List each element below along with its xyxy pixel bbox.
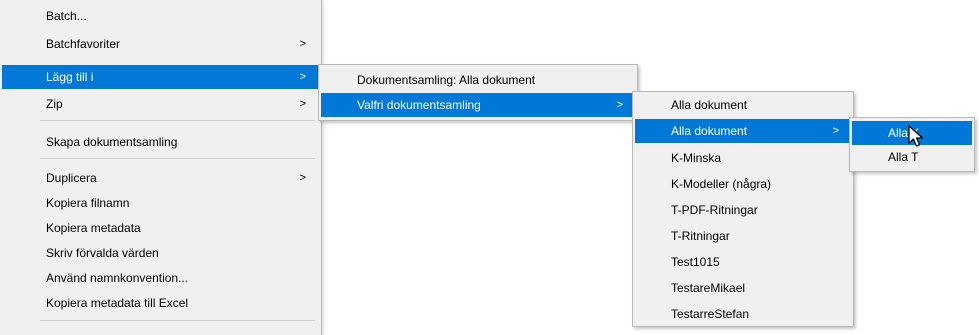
submenu-valfri-dokumentsamling: Alla dokument Alla dokument > K-Minska K…	[632, 91, 854, 327]
menu-item-alla-dokument-sub[interactable]: Alla dokument >	[635, 119, 851, 143]
chevron-right-icon: >	[832, 125, 839, 137]
chevron-right-icon: >	[299, 71, 306, 83]
menu-item-valfri-dokumentsamling[interactable]: Valfri dokumentsamling >	[321, 93, 635, 117]
menu-item-label: Alla dokument	[671, 124, 748, 138]
menu-item-label: TestareMikael	[671, 281, 746, 295]
menu-item-t-pdf-ritningar[interactable]: T-PDF-Ritningar	[635, 198, 851, 222]
menu-item-alla-k[interactable]: Alla K	[852, 121, 972, 145]
menu-item-kopiera-metadata[interactable]: Kopiera metadata	[2, 216, 318, 240]
menu-item-label: Kopiera filnamn	[46, 196, 130, 210]
menu-item-label: TestarreStefan	[671, 307, 750, 321]
chevron-right-icon: >	[616, 99, 623, 111]
menu-item-alla-dokument[interactable]: Alla dokument	[635, 93, 851, 117]
menu-item-lagg-till-i[interactable]: Lägg till i >	[2, 65, 318, 89]
menu-separator	[40, 158, 315, 159]
menu-item-t-ritningar[interactable]: T-Ritningar	[635, 224, 851, 248]
menu-item-batchfavoriter[interactable]: Batchfavoriter >	[2, 32, 318, 56]
menu-item-testaremikael[interactable]: TestareMikael	[635, 276, 851, 300]
menu-item-label: Dokumentsamling: Alla dokument	[357, 73, 536, 87]
menu-item-kopiera-filnamn[interactable]: Kopiera filnamn	[2, 191, 318, 215]
menu-item-anvand-namnkonvention[interactable]: Använd namnkonvention...	[2, 266, 318, 290]
menu-item-zip[interactable]: Zip >	[2, 92, 318, 116]
menu-item-label: Kopiera metadata	[46, 221, 141, 235]
menu-item-k-minska[interactable]: K-Minska	[635, 146, 851, 170]
menu-item-label: Zip	[46, 97, 63, 111]
menu-item-skriv-forvalda-varden[interactable]: Skriv förvalda värden	[2, 241, 318, 265]
menu-item-dokumentsamling-alla[interactable]: Dokumentsamling: Alla dokument	[321, 68, 635, 92]
menu-item-kopiera-metadata-excel[interactable]: Kopiera metadata till Excel	[2, 291, 318, 315]
menu-item-label: Skriv förvalda värden	[46, 246, 159, 260]
submenu-lagg-till-i: Dokumentsamling: Alla dokument Valfri do…	[318, 64, 638, 121]
menu-item-alla-t[interactable]: Alla T	[852, 145, 972, 169]
menu-item-label: Test1015	[671, 255, 720, 269]
chevron-right-icon: >	[299, 98, 306, 110]
menu-separator	[40, 120, 315, 121]
submenu-alla-dokument: Alla K Alla T	[849, 117, 975, 172]
menu-item-label: K-Minska	[671, 151, 722, 165]
menu-item-label: Alla K	[888, 126, 920, 140]
chevron-right-icon: >	[299, 172, 306, 184]
menu-item-label: Skapa dokumentsamling	[46, 135, 178, 149]
menu-item-batch[interactable]: Batch...	[2, 4, 318, 28]
menu-item-test1015[interactable]: Test1015	[635, 250, 851, 274]
menu-item-label: Valfri dokumentsamling	[357, 98, 481, 112]
context-menu: Batch... Batchfavoriter > Lägg till i > …	[0, 0, 322, 335]
menu-item-label: K-Modeller (några)	[671, 177, 772, 191]
menu-separator	[40, 320, 315, 321]
menu-item-label: Lägg till i	[46, 70, 94, 84]
menu-item-duplicera[interactable]: Duplicera >	[2, 166, 318, 190]
menu-item-label: Alla T	[888, 150, 919, 164]
menu-item-label: T-PDF-Ritningar	[671, 203, 758, 217]
menu-item-testarrestefan[interactable]: TestarreStefan	[635, 302, 851, 326]
menu-item-label: Kopiera metadata till Excel	[46, 296, 189, 310]
menu-item-label: Batchfavoriter	[46, 37, 121, 51]
menu-item-skapa-dokumentsamling[interactable]: Skapa dokumentsamling	[2, 130, 318, 154]
chevron-right-icon: >	[299, 38, 306, 50]
menu-item-label: Använd namnkonvention...	[46, 271, 189, 285]
menu-item-label: Duplicera	[46, 171, 97, 185]
menu-item-label: Batch...	[46, 9, 87, 23]
menu-item-label: T-Ritningar	[671, 229, 730, 243]
menu-item-k-modeller[interactable]: K-Modeller (några)	[635, 172, 851, 196]
menu-item-label: Alla dokument	[671, 98, 748, 112]
